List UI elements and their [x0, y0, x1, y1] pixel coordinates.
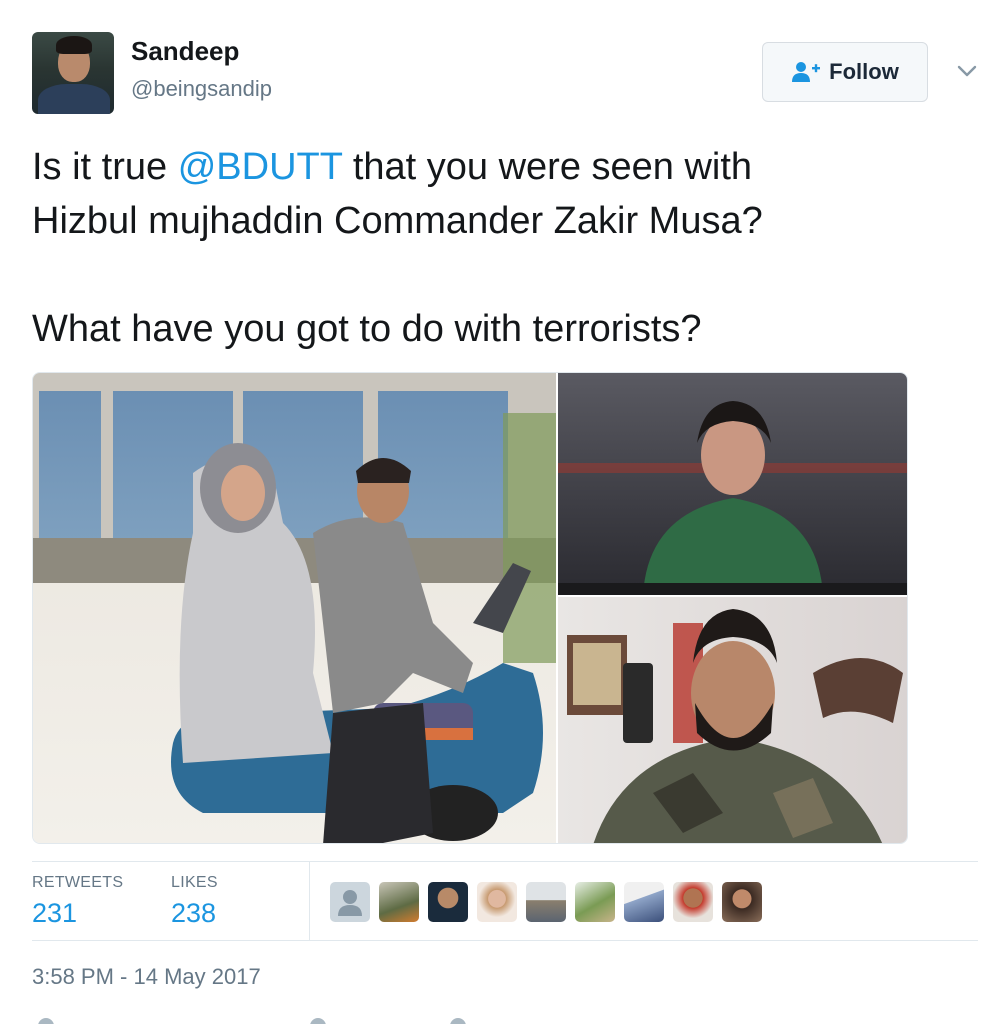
default-user-icon	[338, 890, 362, 916]
retweets-label: RETWEETS	[32, 874, 124, 891]
left-photo	[33, 373, 557, 843]
liker-avatar[interactable]	[673, 882, 713, 922]
mention-link[interactable]: @BDUTT	[178, 146, 343, 188]
retweet-icon[interactable]	[310, 1018, 326, 1024]
follow-button[interactable]: Follow	[762, 42, 928, 102]
liker-avatar[interactable]	[330, 882, 370, 922]
tweet-stats: RETWEETS 231 LIKES 238	[32, 862, 978, 942]
tweet-media-image[interactable]	[32, 372, 908, 844]
stats-separator	[309, 862, 310, 940]
tweet-text: Is it true @BDUTT that you were seen wit…	[32, 140, 972, 356]
right-top-photo	[557, 373, 907, 597]
avatar-hair	[56, 36, 92, 54]
likes-stat[interactable]: LIKES 238	[171, 874, 218, 929]
likes-count: 238	[171, 898, 217, 928]
liker-avatars	[330, 882, 762, 922]
chevron-down-icon[interactable]	[956, 60, 978, 82]
retweets-count: 231	[32, 898, 78, 928]
tweet-line-2: Hizbul mujhaddin Commander Zakir Musa?	[32, 200, 763, 242]
author-name[interactable]: Sandeep	[131, 36, 239, 67]
liker-avatar[interactable]	[722, 882, 762, 922]
follow-button-label: Follow	[829, 59, 899, 84]
tweet-text-segment: Is it true	[32, 146, 178, 188]
author-avatar[interactable]	[32, 32, 114, 114]
divider-bottom	[32, 940, 978, 941]
liker-avatar[interactable]	[624, 882, 664, 922]
add-user-icon	[792, 62, 821, 82]
tweet-header: Sandeep @beingsandip Follow	[32, 32, 982, 114]
likes-label: LIKES	[171, 874, 218, 891]
liker-avatar[interactable]	[477, 882, 517, 922]
avatar-shirt	[38, 84, 110, 114]
media-collage	[33, 373, 907, 843]
tweet-text-segment: that you were seen with	[342, 146, 753, 188]
tweet-line-1: Is it true @BDUTT that you were seen wit…	[32, 140, 972, 194]
tweet-line-3: What have you got to do with terrorists?	[32, 308, 702, 350]
liker-avatar[interactable]	[428, 882, 468, 922]
like-icon[interactable]	[450, 1018, 466, 1024]
action-bar-partial	[32, 1016, 532, 1024]
right-bottom-photo	[557, 597, 907, 843]
author-handle[interactable]: @beingsandip	[131, 76, 272, 102]
liker-avatar[interactable]	[526, 882, 566, 922]
liker-avatar[interactable]	[575, 882, 615, 922]
liker-avatar[interactable]	[379, 882, 419, 922]
retweets-stat[interactable]: RETWEETS 231	[32, 874, 123, 929]
reply-icon[interactable]	[38, 1018, 54, 1024]
tweet-timestamp[interactable]: 3:58 PM - 14 May 2017	[32, 964, 261, 990]
